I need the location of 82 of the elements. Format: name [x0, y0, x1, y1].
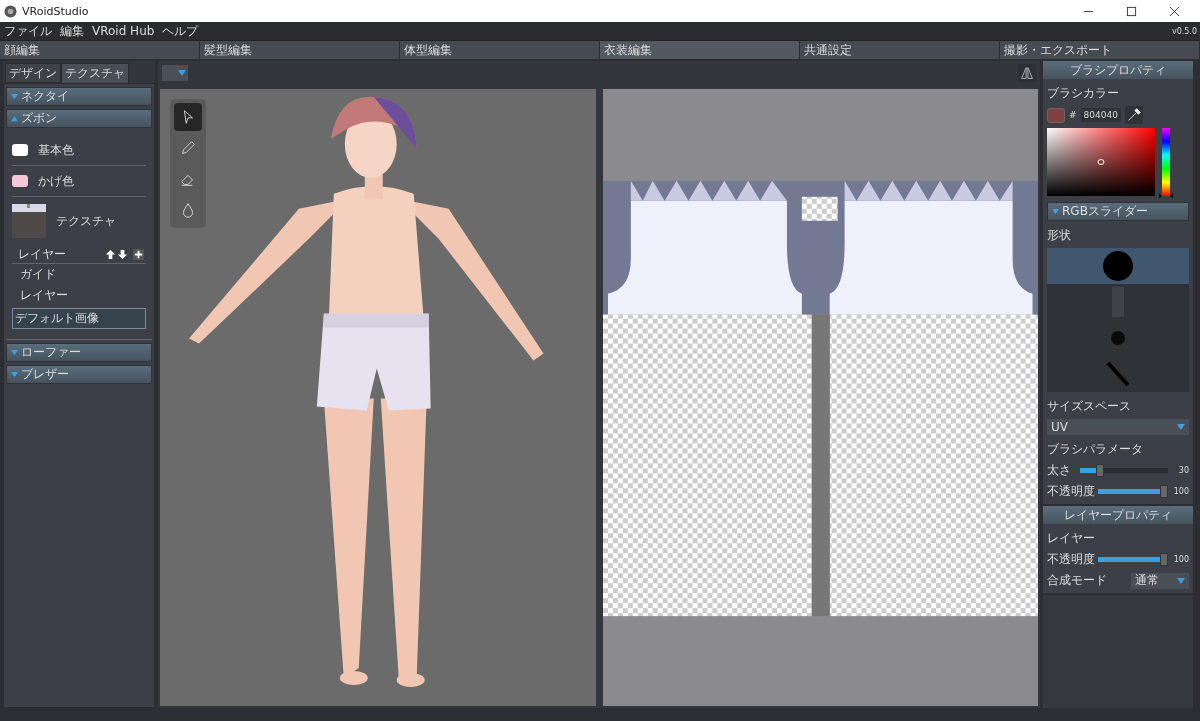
- param-label: 太さ: [1047, 462, 1072, 479]
- param-value: 100: [1172, 487, 1189, 496]
- arrow-up-icon[interactable]: [105, 248, 116, 260]
- dropdown[interactable]: [162, 65, 188, 81]
- slider[interactable]: [1098, 553, 1168, 566]
- brush-color-swatch[interactable]: [1047, 107, 1065, 123]
- main-tab[interactable]: 撮影・エクスポート: [1000, 41, 1200, 59]
- mirror-icon[interactable]: [1018, 64, 1036, 82]
- caret-down-icon: [1177, 576, 1185, 585]
- shape-label: 形状: [1047, 227, 1072, 244]
- close-icon[interactable]: [1169, 5, 1180, 17]
- param-value: 100: [1172, 555, 1189, 564]
- menu-item[interactable]: ヘルプ: [158, 22, 203, 40]
- section-header[interactable]: ネクタイ: [6, 87, 152, 106]
- color-swatch[interactable]: [12, 175, 28, 187]
- section-header[interactable]: ローファー: [6, 343, 152, 362]
- caret-down-icon: [11, 93, 18, 100]
- caret-down-icon: [11, 349, 18, 356]
- section-title: ローファー: [21, 344, 81, 361]
- caret-up-icon: [11, 115, 18, 122]
- maximize-icon[interactable]: [1126, 5, 1137, 17]
- texture-label: テクスチャ: [56, 212, 116, 230]
- window-title: VRoidStudio: [22, 4, 89, 18]
- size-space-label: サイズスペース: [1047, 398, 1132, 415]
- texture-thumbnail[interactable]: [12, 204, 46, 238]
- section-title: ズボン: [21, 110, 57, 127]
- slider[interactable]: [1080, 464, 1168, 477]
- panel-tab[interactable]: デザイン: [5, 63, 61, 83]
- arrow-down-icon[interactable]: [117, 248, 128, 260]
- eyedropper-icon[interactable]: [1124, 106, 1143, 124]
- panel-header: レイヤープロパティ: [1043, 506, 1193, 524]
- main-tab[interactable]: 共通設定: [800, 41, 1000, 59]
- layer-item[interactable]: ガイド: [12, 265, 146, 284]
- slider[interactable]: [1098, 485, 1168, 498]
- add-icon[interactable]: [133, 248, 144, 260]
- blend-mode-dropdown[interactable]: 通常: [1131, 572, 1189, 589]
- section-title: ネクタイ: [21, 88, 69, 105]
- caret-down-icon: [178, 69, 186, 77]
- menu-item[interactable]: 編集: [56, 22, 88, 40]
- menu-item[interactable]: ファイル: [0, 22, 56, 40]
- brush-shape[interactable]: [1047, 248, 1189, 284]
- brush-params-label: ブラシパラメータ: [1047, 441, 1144, 458]
- layers-label: レイヤー: [18, 245, 66, 263]
- section-header[interactable]: ブレザー: [6, 365, 152, 384]
- main-tab[interactable]: 衣装編集: [600, 41, 800, 59]
- layer-item[interactable]: レイヤー: [12, 286, 146, 305]
- section-title: RGBスライダー: [1062, 203, 1148, 220]
- slider-thumb[interactable]: [1096, 464, 1104, 477]
- main-tab[interactable]: 体型編集: [400, 41, 600, 59]
- version-label: v0.5.0: [1171, 26, 1198, 36]
- main-tab[interactable]: 顔編集: [0, 41, 200, 59]
- layer-item[interactable]: デフォルト画像: [12, 308, 146, 329]
- param-label: 不透明度: [1047, 551, 1095, 568]
- slider-thumb[interactable]: [1160, 485, 1168, 498]
- pointer-tool[interactable]: [174, 103, 202, 131]
- menu-item[interactable]: VRoid Hub: [88, 24, 159, 38]
- pencil-icon: [179, 139, 197, 157]
- main-tab[interactable]: 髪型編集: [200, 41, 400, 59]
- panel-header: ブラシプロパティ: [1043, 61, 1193, 79]
- section-header[interactable]: RGBスライダー: [1047, 202, 1189, 221]
- caret-down-icon: [1052, 208, 1059, 215]
- caret-down-icon: [11, 371, 18, 378]
- hash-label: #: [1069, 110, 1077, 120]
- hue-slider[interactable]: [1159, 126, 1173, 198]
- app-logo-icon: [4, 4, 17, 18]
- slider-thumb[interactable]: [1160, 553, 1168, 566]
- section-title: ブレザー: [21, 366, 69, 383]
- hue-thumb[interactable]: [1159, 193, 1173, 198]
- size-space-dropdown[interactable]: UV: [1047, 419, 1189, 435]
- color-picker-drawing[interactable]: [1047, 128, 1155, 196]
- brush-color-label: ブラシカラー: [1047, 85, 1120, 102]
- panel-tab[interactable]: テクスチャ: [61, 63, 129, 83]
- hex-field[interactable]: 804040: [1080, 108, 1121, 122]
- param-value: 30: [1177, 466, 1189, 475]
- section-header[interactable]: ズボン: [6, 109, 152, 128]
- param-label: 不透明度: [1047, 483, 1095, 500]
- blend-mode-label: 合成モード: [1047, 572, 1107, 589]
- color-label: 基本色: [38, 141, 74, 159]
- color-swatch[interactable]: [12, 144, 28, 156]
- caret-down-icon: [1177, 423, 1185, 431]
- layer-label: レイヤー: [1047, 530, 1096, 547]
- color-label: かげ色: [38, 172, 74, 190]
